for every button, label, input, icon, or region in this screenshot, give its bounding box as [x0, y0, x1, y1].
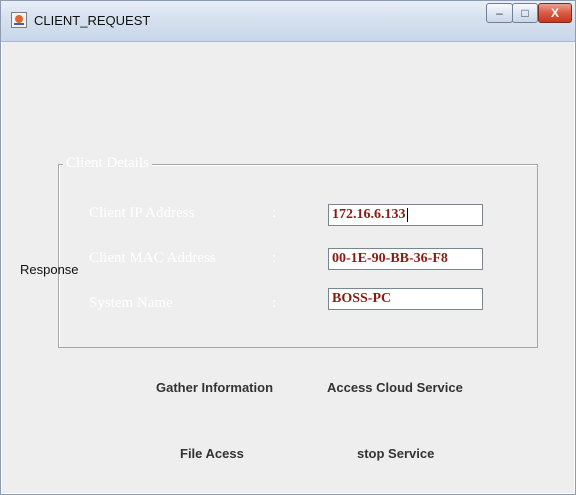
system-name-label: System Name — [89, 295, 173, 311]
title-bar[interactable]: CLIENT_REQUEST – □ X — [1, 1, 575, 42]
system-name-field[interactable]: BOSS-PC — [328, 288, 483, 310]
client-details-legend: Client Details — [63, 155, 152, 172]
client-ip-colon: : — [272, 205, 277, 221]
stop-service-button[interactable]: stop Service — [357, 446, 434, 461]
close-button[interactable]: X — [538, 3, 572, 23]
response-label: Response — [20, 262, 79, 277]
client-ip-value: 172.16.6.133 — [332, 207, 406, 222]
client-ip-label: Client IP Address — [89, 205, 195, 221]
client-ip-field[interactable]: 172.16.6.133 — [328, 204, 483, 226]
client-mac-field[interactable]: 00-1E-90-BB-36-F8 — [328, 248, 483, 270]
access-cloud-service-button[interactable]: Access Cloud Service — [327, 380, 463, 395]
file-access-button[interactable]: File Acess — [180, 446, 244, 461]
text-caret — [406, 207, 408, 222]
maximize-button[interactable]: □ — [512, 3, 538, 23]
client-mac-label: Client MAC Address — [89, 250, 216, 266]
client-mac-colon: : — [272, 250, 277, 266]
system-name-colon: : — [272, 295, 277, 311]
java-app-icon — [11, 12, 27, 28]
window-title: CLIENT_REQUEST — [34, 13, 151, 28]
minimize-button[interactable]: – — [486, 3, 513, 23]
gather-information-button[interactable]: Gather Information — [156, 380, 273, 395]
